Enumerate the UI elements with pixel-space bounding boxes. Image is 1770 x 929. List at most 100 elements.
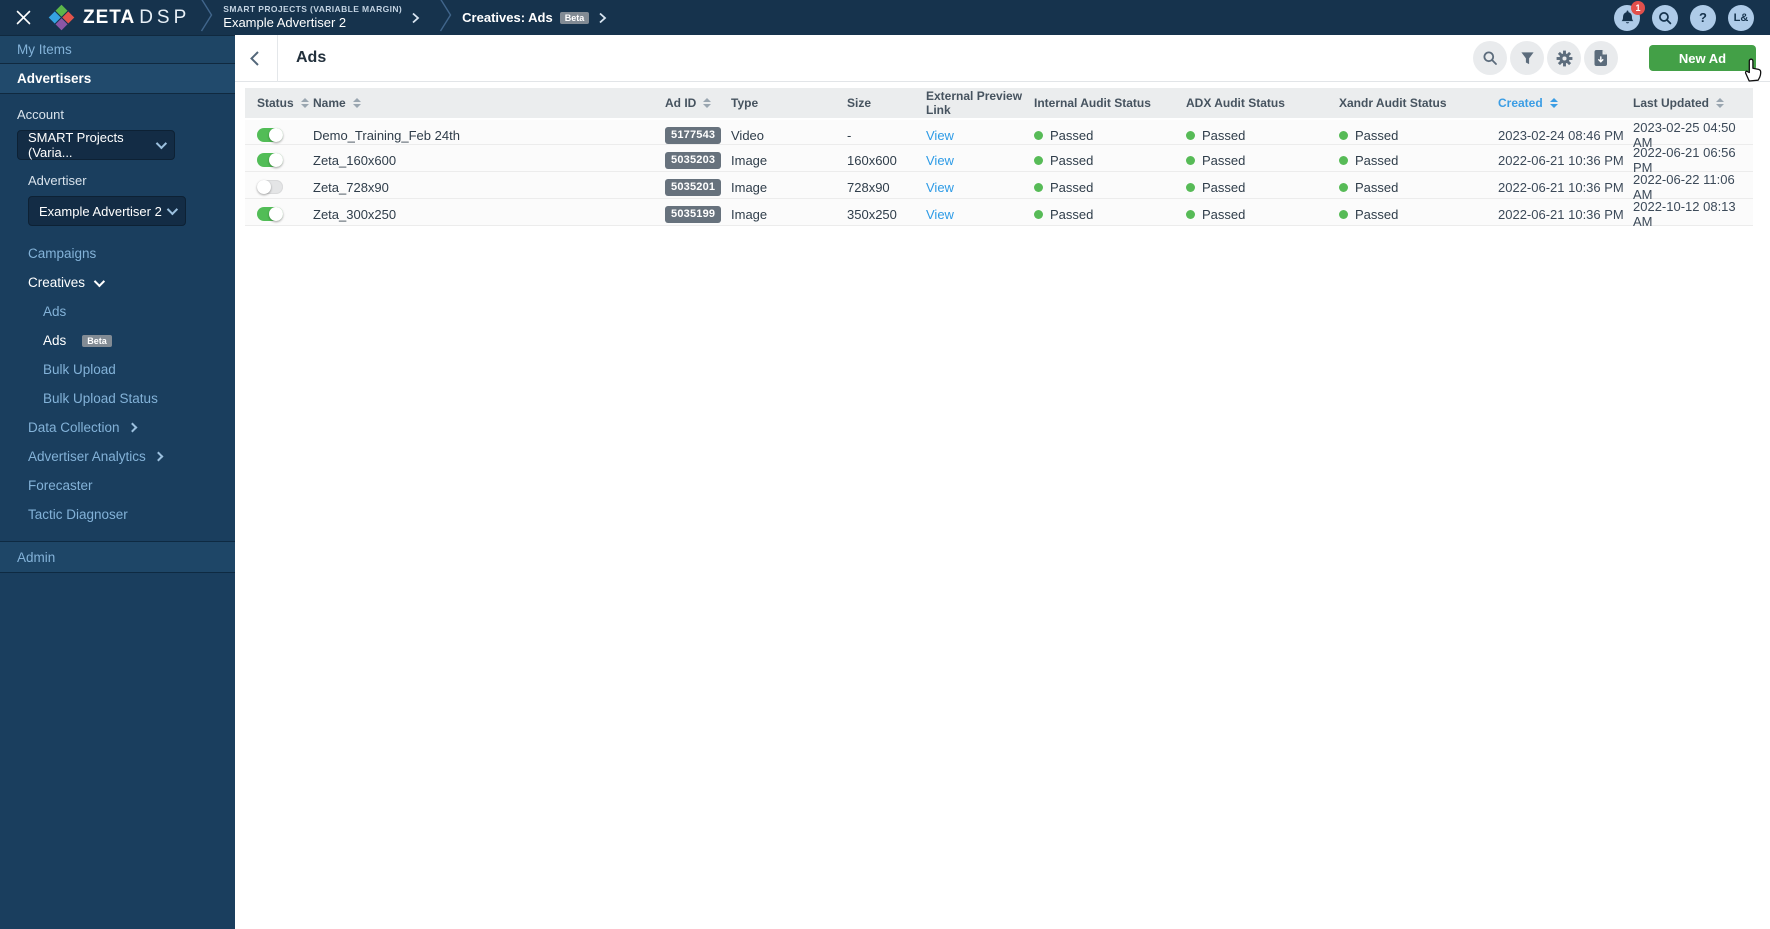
ads-table-body: Demo_Training_Feb 24th 5177543 Video - View P… xyxy=(245,118,1753,229)
sidebar-item-ads-beta[interactable]: Ads Beta xyxy=(0,326,235,355)
column-header-last-updated[interactable]: Last Updated xyxy=(1633,96,1741,110)
main-content: Ads New Ad Status Name Ad ID Type Size E… xyxy=(235,34,1770,929)
sidebar-item-data-collection[interactable]: Data Collection xyxy=(0,413,235,442)
chevron-left-icon xyxy=(249,50,259,66)
chevron-down-icon xyxy=(155,137,168,150)
sidebar-section-advertisers[interactable]: Advertisers xyxy=(0,64,235,94)
zeta-dsp-logo[interactable]: ZETA DSP xyxy=(48,4,190,31)
new-ad-button[interactable]: New Ad xyxy=(1649,45,1756,71)
ad-id-badge: 5035201 xyxy=(665,178,722,196)
column-header-name[interactable]: Name xyxy=(313,96,665,110)
breadcrumb-account-advertiser[interactable]: SMART PROJECTS (VARIABLE MARGIN) Example… xyxy=(223,4,402,31)
preview-view-link[interactable]: View xyxy=(926,180,954,195)
xandr-audit-status: Passed xyxy=(1339,153,1498,168)
status-dot-icon xyxy=(1186,182,1195,192)
chevron-right-icon xyxy=(127,422,137,433)
zeta-diamond-icon xyxy=(48,4,75,31)
status-cell xyxy=(257,153,313,167)
status-toggle[interactable] xyxy=(257,153,283,167)
sidebar-item-campaigns[interactable]: Campaigns xyxy=(0,239,235,268)
status-dot-icon xyxy=(1339,209,1348,219)
ad-type: Image xyxy=(731,152,768,168)
table-search-button[interactable] xyxy=(1473,41,1507,75)
ad-id-cell: 5035203 xyxy=(665,151,731,169)
chevron-right-icon[interactable] xyxy=(411,12,420,24)
topbar: ZETA DSP SMART PROJECTS (VARIABLE MARGIN)… xyxy=(0,0,1770,35)
status-toggle[interactable] xyxy=(257,128,283,142)
internal-audit-status: Passed xyxy=(1034,128,1186,143)
preview-view-link[interactable]: View xyxy=(926,153,954,168)
account-select-value: SMART Projects (Varia... xyxy=(28,130,124,160)
status-dot-icon xyxy=(1339,182,1348,192)
sidebar-item-my-items[interactable]: My Items xyxy=(0,35,235,64)
ad-size: 350x250 xyxy=(847,206,897,222)
xandr-audit-status-label: Passed xyxy=(1355,152,1399,168)
advertiser-select-value: Example Advertiser 2 xyxy=(39,203,162,219)
ad-size: - xyxy=(847,127,852,143)
status-dot-icon xyxy=(1034,130,1043,140)
search-icon xyxy=(1659,11,1672,24)
ad-id-cell: 5035199 xyxy=(665,205,731,223)
xandr-audit-status: Passed xyxy=(1339,207,1498,222)
chevron-down-icon xyxy=(166,203,179,216)
sidebar-item-tactic-diagnoser[interactable]: Tactic Diagnoser xyxy=(0,500,235,529)
help-button[interactable]: ? xyxy=(1690,4,1716,31)
sidebar-item-advertiser-analytics[interactable]: Advertiser Analytics xyxy=(0,442,235,471)
notifications-button[interactable]: 1 xyxy=(1614,0,1645,31)
settings-button[interactable] xyxy=(1547,41,1581,75)
sidebar-item-label: Campaigns xyxy=(28,246,97,261)
ad-id-badge: 5035199 xyxy=(665,205,722,223)
chevron-right-icon[interactable] xyxy=(598,12,607,24)
sidebar-item-bulk-upload[interactable]: Bulk Upload xyxy=(0,355,235,384)
column-header-adx-audit-status: ADX Audit Status xyxy=(1186,96,1339,110)
ad-id-cell: 5177543 xyxy=(665,126,731,144)
created-date: 2022-06-21 10:36 PM xyxy=(1498,152,1624,168)
sort-icon xyxy=(300,98,309,108)
column-header-ad-id[interactable]: Ad ID xyxy=(665,96,731,110)
advertiser-label: Advertiser xyxy=(28,173,87,188)
global-search-button[interactable] xyxy=(1652,4,1678,31)
status-cell xyxy=(257,180,313,194)
last-updated-date: 2022-06-22 11:06 AM xyxy=(1633,172,1735,202)
export-button[interactable] xyxy=(1584,41,1618,75)
avatar-initials: L& xyxy=(1733,11,1749,24)
adx-audit-status-label: Passed xyxy=(1202,206,1246,222)
filter-button[interactable] xyxy=(1510,41,1544,75)
column-header-type: Type xyxy=(731,96,847,110)
sidebar-item-bulk-upload-status[interactable]: Bulk Upload Status xyxy=(0,384,235,413)
sidebar-item-ads[interactable]: Ads xyxy=(0,297,235,326)
sidebar-item-creatives[interactable]: Creatives xyxy=(0,268,235,297)
preview-view-link[interactable]: View xyxy=(926,128,954,143)
sort-icon xyxy=(1549,98,1558,108)
ad-size: 728x90 xyxy=(847,179,890,195)
user-avatar[interactable]: L& xyxy=(1728,4,1754,31)
status-cell xyxy=(257,207,313,221)
internal-audit-status-label: Passed xyxy=(1050,127,1094,143)
status-dot-icon xyxy=(1034,209,1043,219)
close-icon[interactable] xyxy=(6,0,40,35)
last-updated-date: 2022-06-21 06:56 PM xyxy=(1633,145,1736,175)
sort-icon xyxy=(352,98,361,108)
column-header-created[interactable]: Created xyxy=(1498,96,1633,110)
account-select[interactable]: SMART Projects (Varia... xyxy=(17,130,175,160)
back-button[interactable] xyxy=(237,35,271,82)
sidebar-section-admin[interactable]: Admin xyxy=(0,541,235,573)
ad-name: Demo_Training_Feb 24th xyxy=(313,127,460,143)
status-toggle[interactable] xyxy=(257,207,283,221)
breadcrumb-page-label: Creatives: Ads xyxy=(462,10,553,25)
xandr-audit-status-label: Passed xyxy=(1355,206,1399,222)
status-dot-icon xyxy=(1186,130,1195,140)
status-dot-icon xyxy=(1034,155,1043,165)
status-toggle[interactable] xyxy=(257,180,283,194)
sidebar-item-forecaster[interactable]: Forecaster xyxy=(0,471,235,500)
sidebar-item-label: Data Collection xyxy=(28,420,120,435)
column-header-xandr-audit-status: Xandr Audit Status xyxy=(1339,96,1498,110)
preview-view-link[interactable]: View xyxy=(926,207,954,222)
created-date: 2023-02-24 08:46 PM xyxy=(1498,127,1624,143)
breadcrumb-account-label: SMART PROJECTS (VARIABLE MARGIN) xyxy=(223,4,403,15)
sidebar: My Items Advertisers Account SMART Proje… xyxy=(0,35,235,929)
advertiser-select[interactable]: Example Advertiser 2 xyxy=(28,196,186,226)
brand-name-light: DSP xyxy=(139,6,191,28)
column-header-status[interactable]: Status xyxy=(257,96,313,110)
internal-audit-status: Passed xyxy=(1034,153,1186,168)
